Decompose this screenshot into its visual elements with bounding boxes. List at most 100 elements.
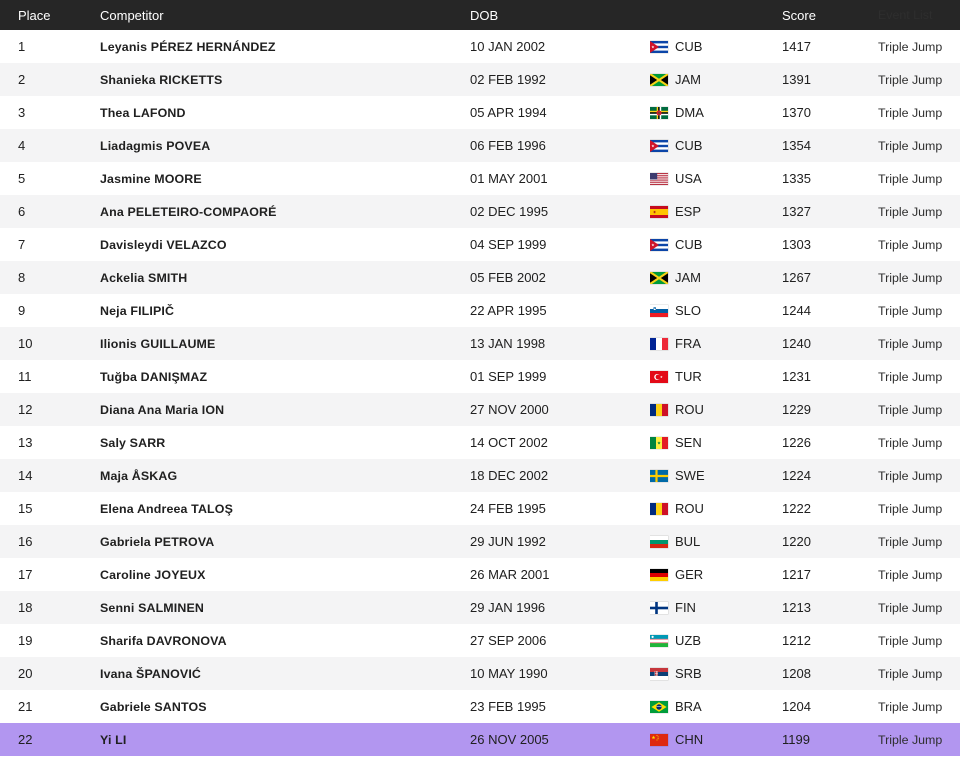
table-row[interactable]: 16 Gabriela PETROVA 29 JUN 1992 BUL 1220… [0, 525, 960, 558]
table-row[interactable]: 2 Shanieka RICKETTS 02 FEB 1992 JAM 1391… [0, 63, 960, 96]
country-flag-icon [650, 635, 668, 647]
table-row[interactable]: 5 Jasmine MOORE 01 MAY 2001 USA 1335 Tri… [0, 162, 960, 195]
column-header-place: Place [0, 8, 100, 23]
country-flag-icon [650, 206, 668, 218]
competitor-name: Senni SALMINEN [100, 601, 470, 615]
country-flag-icon [650, 734, 668, 746]
country-flag-icon [650, 140, 668, 152]
dob-cell: 02 FEB 1992 [470, 72, 650, 87]
dob-cell: 01 MAY 2001 [470, 171, 650, 186]
table-row[interactable]: 1 Leyanis PÉREZ HERNÁNDEZ 10 JAN 2002 CU… [0, 30, 960, 63]
place-cell: 7 [0, 237, 100, 252]
table-row[interactable]: 15 Elena Andreea TALOŞ 24 FEB 1995 ROU 1… [0, 492, 960, 525]
table-row[interactable]: 11 Tuğba DANIŞMAZ 01 SEP 1999 TUR 1231 T… [0, 360, 960, 393]
competitor-name: Liadagmis POVEA [100, 139, 470, 153]
place-cell: 20 [0, 666, 100, 681]
country-flag-icon [650, 569, 668, 581]
competitor-name: Tuğba DANIŞMAZ [100, 370, 470, 384]
dob-cell: 10 JAN 2002 [470, 39, 650, 54]
competitor-name: Diana Ana Maria ION [100, 403, 470, 417]
dob-cell: 27 SEP 2006 [470, 633, 650, 648]
column-header-dob: DOB [470, 8, 650, 23]
country-flag-icon [650, 239, 668, 251]
table-row[interactable]: 21 Gabriele SANTOS 23 FEB 1995 BRA 1204 … [0, 690, 960, 723]
score-cell: 1354 [782, 138, 878, 153]
competitor-name: Ackelia SMITH [100, 271, 470, 285]
table-row[interactable]: 13 Saly SARR 14 OCT 2002 SEN 1226 Triple… [0, 426, 960, 459]
table-row[interactable]: 7 Davisleydi VELAZCO 04 SEP 1999 CUB 130… [0, 228, 960, 261]
score-cell: 1327 [782, 204, 878, 219]
nationality-cell: UZB [650, 633, 782, 648]
nationality-cell: SWE [650, 468, 782, 483]
dob-cell: 22 APR 1995 [470, 303, 650, 318]
event-cell: Triple Jump [878, 403, 960, 417]
place-cell: 22 [0, 732, 100, 747]
table-row[interactable]: 22 Yi LI 26 NOV 2005 CHN 1199 Triple Jum… [0, 723, 960, 756]
nationality-cell: JAM [650, 270, 782, 285]
table-row[interactable]: 19 Sharifa DAVRONOVA 27 SEP 2006 UZB 121… [0, 624, 960, 657]
country-flag-icon [650, 173, 668, 185]
event-cell: Triple Jump [878, 568, 960, 582]
country-flag-icon [650, 107, 668, 119]
score-cell: 1217 [782, 567, 878, 582]
competitor-name: Caroline JOYEUX [100, 568, 470, 582]
nationality-cell: CHN [650, 732, 782, 747]
dob-cell: 18 DEC 2002 [470, 468, 650, 483]
table-row[interactable]: 9 Neja FILIPIČ 22 APR 1995 SLO 1244 Trip… [0, 294, 960, 327]
country-code: USA [675, 171, 702, 186]
place-cell: 1 [0, 39, 100, 54]
country-code: SLO [675, 303, 701, 318]
event-cell: Triple Jump [878, 700, 960, 714]
country-code: CUB [675, 39, 702, 54]
place-cell: 12 [0, 402, 100, 417]
country-code: JAM [675, 270, 701, 285]
event-cell: Triple Jump [878, 172, 960, 186]
table-row[interactable]: 12 Diana Ana Maria ION 27 NOV 2000 ROU 1… [0, 393, 960, 426]
table-row[interactable]: 10 Ilionis GUILLAUME 13 JAN 1998 FRA 124… [0, 327, 960, 360]
event-cell: Triple Jump [878, 370, 960, 384]
nationality-cell: TUR [650, 369, 782, 384]
country-code: SRB [675, 666, 702, 681]
competitor-name: Yi LI [100, 733, 470, 747]
country-code: DMA [675, 105, 704, 120]
country-code: ROU [675, 402, 704, 417]
table-row[interactable]: 18 Senni SALMINEN 29 JAN 1996 FIN 1213 T… [0, 591, 960, 624]
dob-cell: 23 FEB 1995 [470, 699, 650, 714]
country-code: CHN [675, 732, 703, 747]
event-cell: Triple Jump [878, 238, 960, 252]
nationality-cell: SEN [650, 435, 782, 450]
place-cell: 19 [0, 633, 100, 648]
nationality-cell: SLO [650, 303, 782, 318]
event-cell: Triple Jump [878, 271, 960, 285]
table-row[interactable]: 20 Ivana ŠPANOVIĆ 10 MAY 1990 SRB 1208 T… [0, 657, 960, 690]
dob-cell: 29 JUN 1992 [470, 534, 650, 549]
place-cell: 10 [0, 336, 100, 351]
competitor-name: Ivana ŠPANOVIĆ [100, 667, 470, 681]
dob-cell: 05 APR 1994 [470, 105, 650, 120]
country-flag-icon [650, 536, 668, 548]
table-row[interactable]: 17 Caroline JOYEUX 26 MAR 2001 GER 1217 … [0, 558, 960, 591]
country-code: ROU [675, 501, 704, 516]
event-cell: Triple Jump [878, 40, 960, 54]
dob-cell: 26 MAR 2001 [470, 567, 650, 582]
score-cell: 1231 [782, 369, 878, 384]
table-row[interactable]: 8 Ackelia SMITH 05 FEB 2002 JAM 1267 Tri… [0, 261, 960, 294]
table-row[interactable]: 6 Ana PELETEIRO-COMPAORÉ 02 DEC 1995 ESP… [0, 195, 960, 228]
competitor-name: Saly SARR [100, 436, 470, 450]
event-cell: Triple Jump [878, 436, 960, 450]
country-flag-icon [650, 437, 668, 449]
dob-cell: 06 FEB 1996 [470, 138, 650, 153]
country-flag-icon [650, 41, 668, 53]
country-code: GER [675, 567, 703, 582]
table-header-row: Place Competitor DOB Score Event List [0, 0, 960, 30]
place-cell: 6 [0, 204, 100, 219]
table-row[interactable]: 4 Liadagmis POVEA 06 FEB 1996 CUB 1354 T… [0, 129, 960, 162]
event-cell: Triple Jump [878, 502, 960, 516]
country-flag-icon [650, 668, 668, 680]
table-row[interactable]: 14 Maja ÅSKAG 18 DEC 2002 SWE 1224 Tripl… [0, 459, 960, 492]
dob-cell: 01 SEP 1999 [470, 369, 650, 384]
table-row[interactable]: 3 Thea LAFOND 05 APR 1994 DMA 1370 Tripl… [0, 96, 960, 129]
score-cell: 1335 [782, 171, 878, 186]
nationality-cell: JAM [650, 72, 782, 87]
score-cell: 1199 [782, 732, 878, 747]
